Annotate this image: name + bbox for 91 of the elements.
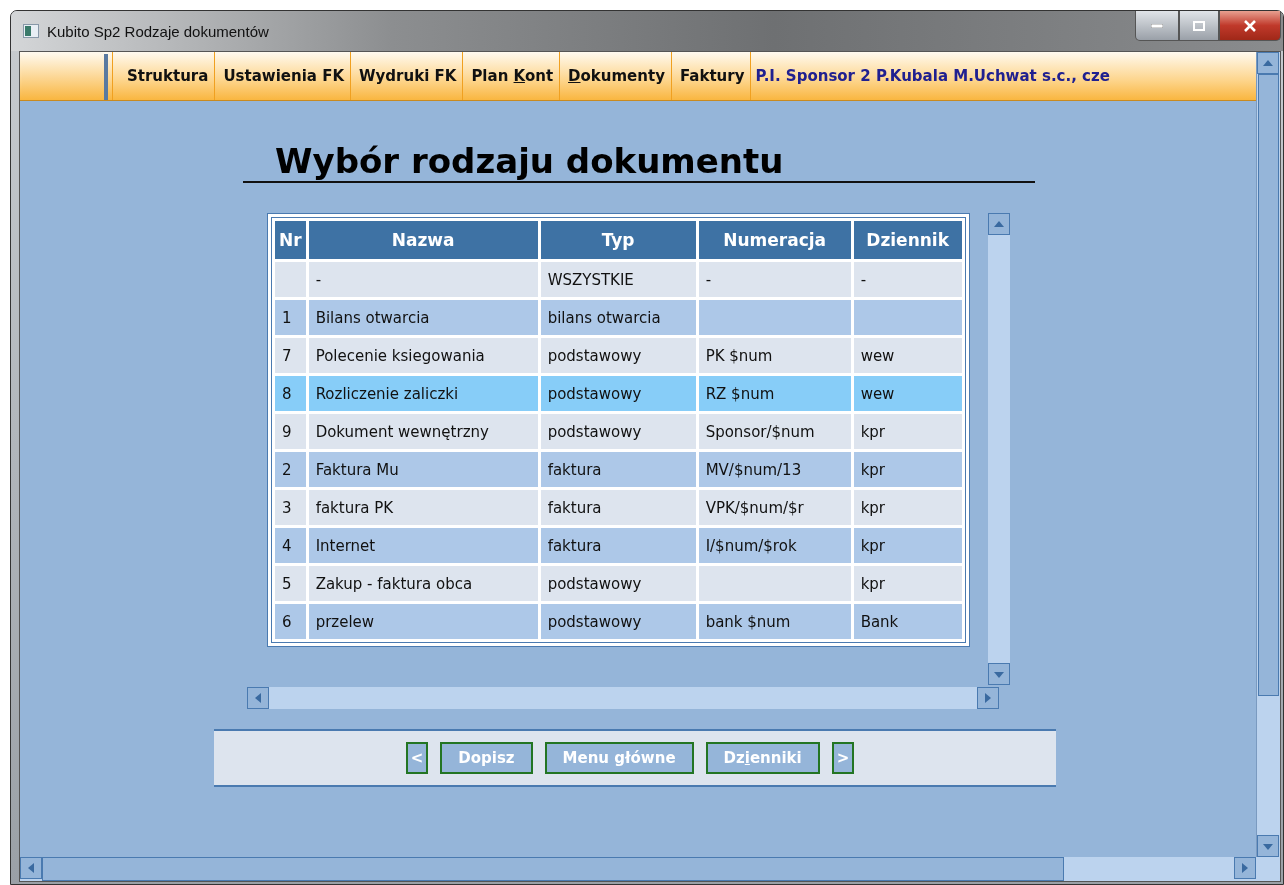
table-cell: faktura — [547, 498, 602, 517]
app-icon — [23, 24, 39, 38]
table-cell: 1 — [282, 308, 292, 327]
table-cell: 6 — [282, 612, 292, 631]
page-heading: Wybór rodzaju dokumentu — [243, 141, 1035, 183]
maximize-icon — [1193, 20, 1205, 31]
column-header: Typ — [540, 221, 696, 259]
table-cell: - — [705, 270, 712, 289]
table-cell: faktura PK — [315, 498, 394, 517]
table-cell: Dokument wewnętrzny — [315, 422, 489, 441]
scroll-left-icon[interactable] — [247, 687, 269, 709]
minimize-icon — [1151, 23, 1163, 28]
table-cell: 9 — [282, 422, 292, 441]
table-cell: 3 — [282, 498, 292, 517]
table-row[interactable]: 2 Faktura Mu faktura MV/$num/13 kpr — [275, 452, 962, 487]
scroll-right-icon[interactable] — [977, 687, 999, 709]
column-header: Dziennik — [853, 221, 962, 259]
table-cell: kpr — [860, 498, 885, 517]
table-row[interactable]: 4 Internet faktura I/$num/$rok kpr — [275, 528, 962, 563]
table-cell: Bilans otwarcia — [315, 308, 430, 327]
table-row[interactable]: - WSZYSTKIE - - — [275, 262, 962, 297]
table-cell: 8 — [282, 384, 292, 403]
column-header: Numeracja — [698, 221, 851, 259]
table-row[interactable]: 8 Rozliczenie zaliczki podstawowy RZ $num wew — [275, 376, 962, 411]
table-cell: 2 — [282, 460, 292, 479]
table-cell: MV/$num/13 — [705, 460, 802, 479]
scroll-left-icon[interactable] — [20, 857, 42, 879]
table-cell: 4 — [282, 536, 292, 555]
table-cell: WSZYSTKIE — [547, 270, 634, 289]
menu-item[interactable]: Struktura — [112, 52, 215, 100]
menu-item[interactable]: Faktury — [670, 52, 751, 100]
menu-item[interactable]: Wydruki FK — [350, 52, 463, 100]
table-cell: kpr — [860, 422, 885, 441]
table-row[interactable]: 3 faktura PK faktura VPK/$num/$r kpr — [275, 490, 962, 525]
table-cell: Rozliczenie zaliczki — [315, 384, 459, 403]
table-cell: - — [315, 270, 322, 289]
horizontal-scrollbar[interactable] — [247, 687, 999, 709]
table-row[interactable]: 5 Zakup - faktura obca podstawowy kpr — [275, 566, 962, 601]
table-cell: podstawowy — [547, 384, 642, 403]
close-button[interactable] — [1219, 11, 1281, 41]
menu-item[interactable]: Plan Kont — [462, 52, 560, 100]
table-cell: Polecenie ksiegowania — [315, 346, 485, 365]
minimize-button[interactable] — [1135, 11, 1179, 41]
table-cell: - — [860, 270, 867, 289]
table-cell: VPK/$num/$r — [705, 498, 804, 517]
close-icon — [1243, 19, 1257, 32]
vertical-scrollbar[interactable] — [987, 213, 1012, 685]
window-title: Kubito Sp2 Rodzaje dokumentów — [47, 22, 269, 40]
table-row[interactable]: 6 przelew podstawowy bank $num Bank — [275, 604, 962, 639]
table-row[interactable]: 9 Dokument wewnętrzny podstawowy Sponsor/$num kpr — [275, 414, 962, 449]
table-cell: kpr — [860, 460, 885, 479]
table-cell: faktura — [547, 536, 602, 555]
table-cell: Faktura Mu — [315, 460, 399, 479]
scrollbar-corner — [1256, 857, 1280, 881]
table-cell: Zakup - faktura obca — [315, 574, 473, 593]
table-cell: podstawowy — [547, 612, 642, 631]
scroll-right-icon[interactable] — [1234, 857, 1256, 879]
maximize-button[interactable] — [1179, 11, 1219, 41]
table-cell: kpr — [860, 574, 885, 593]
table-row[interactable]: 7 Polecenie ksiegowania podstawowy PK $num wew — [275, 338, 962, 373]
column-header: Nazwa — [308, 221, 538, 259]
table-cell: podstawowy — [547, 574, 642, 593]
table-cell: 7 — [282, 346, 292, 365]
table-cell: faktura — [547, 460, 602, 479]
table-cell: RZ $num — [705, 384, 775, 403]
scroll-down-icon[interactable] — [1257, 835, 1279, 857]
table-cell: I/$num/$rok — [705, 536, 797, 555]
scroll-up-icon[interactable] — [987, 213, 1010, 235]
table-cell: Internet — [315, 536, 376, 555]
scrollbar-thumb[interactable] — [42, 857, 1064, 881]
table-cell: Sponsor/$num — [705, 422, 815, 441]
scroll-up-icon[interactable] — [1257, 52, 1279, 74]
table-cell: wew — [860, 346, 895, 365]
table-cell: Bank — [860, 612, 899, 631]
scrollbar-thumb[interactable] — [1258, 74, 1279, 696]
menu-item[interactable]: Dokumenty — [559, 52, 671, 100]
table-cell: podstawowy — [547, 346, 642, 365]
scroll-down-icon[interactable] — [987, 663, 1010, 685]
table-cell: PK $num — [705, 346, 773, 365]
table-cell: podstawowy — [547, 422, 642, 441]
column-header: Nr — [275, 221, 306, 259]
table-cell: przelew — [315, 612, 375, 631]
table-row[interactable]: 1 Bilans otwarcia bilans otwarcia — [275, 300, 962, 335]
menu-item[interactable]: Ustawienia FK — [214, 52, 350, 100]
table-cell: kpr — [860, 536, 885, 555]
table-cell: wew — [860, 384, 895, 403]
table-cell: bank $num — [705, 612, 791, 631]
window-vertical-scrollbar[interactable] — [1256, 52, 1280, 857]
table-cell: 5 — [282, 574, 292, 593]
table-cell: bilans otwarcia — [547, 308, 661, 327]
window-horizontal-scrollbar[interactable] — [20, 857, 1256, 881]
